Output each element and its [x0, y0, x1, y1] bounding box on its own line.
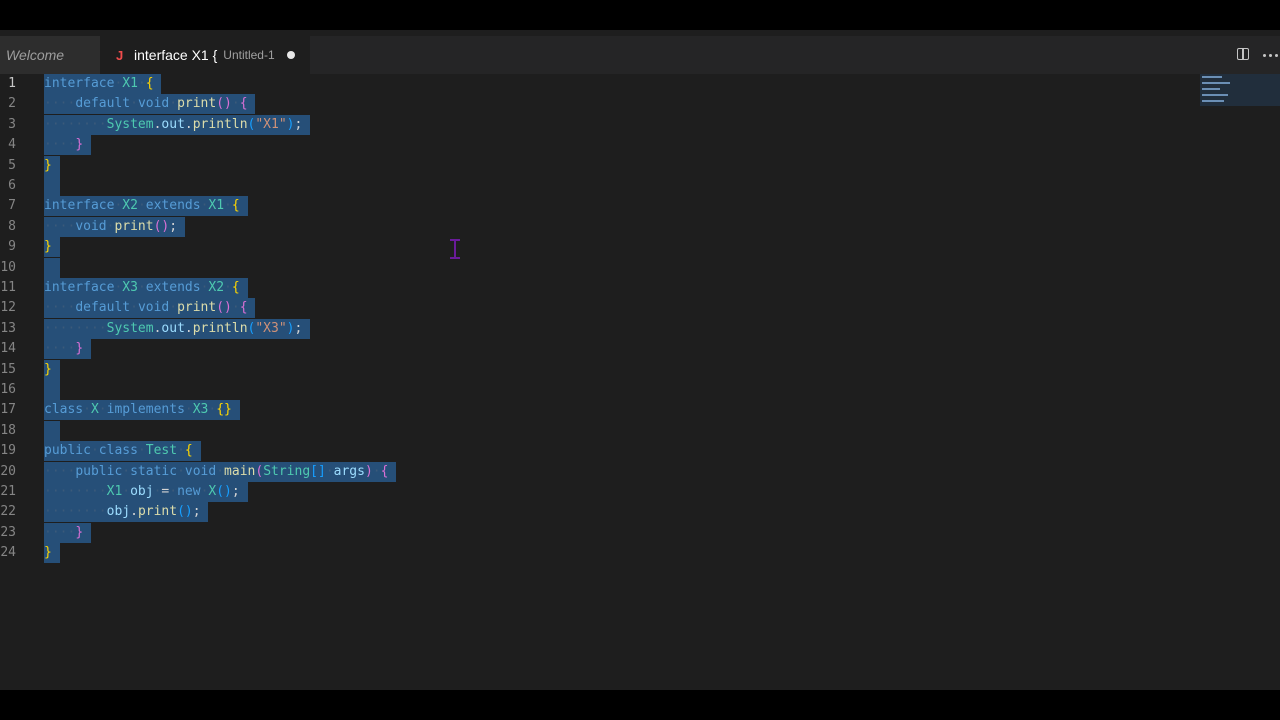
selection-highlight: interface·X1·{	[44, 74, 162, 94]
code-line[interactable]: interface·X1·{	[44, 74, 162, 94]
code-line[interactable]: interface·X2·extends·X1·{	[44, 196, 248, 217]
selection-highlight: ····}	[44, 339, 91, 360]
line-number: 9	[8, 239, 16, 255]
line-number: 16	[0, 382, 16, 397]
line-number: 19	[0, 443, 16, 459]
selection-highlight: }	[44, 237, 60, 258]
selection-highlight: }	[44, 543, 60, 564]
selection-highlight: class·X·implements·X3·{}	[44, 400, 240, 421]
line-number: 21	[0, 484, 16, 499]
code-line[interactable]	[44, 420, 60, 441]
selection-highlight: interface·X3·extends·X2·{	[44, 278, 248, 298]
code-line[interactable]	[44, 257, 60, 278]
selection-highlight: }	[44, 155, 60, 176]
selection-highlight: }	[44, 359, 60, 380]
tab-welcome[interactable]: Welcome	[0, 36, 100, 74]
code-line[interactable]: }	[44, 155, 60, 176]
code-line[interactable]	[44, 176, 60, 196]
line-number: 13	[0, 320, 16, 336]
line-number: 18	[0, 422, 16, 438]
selection-highlight	[44, 380, 60, 400]
selection-highlight: ····void·print();	[44, 216, 185, 237]
code-line[interactable]: ········System.out.println("X1");	[44, 114, 311, 135]
code-line[interactable]: ····default·void·print()·{	[44, 94, 256, 115]
code-line[interactable]: ········X1·obj·=·new·X();	[44, 482, 248, 502]
split-editor-icon[interactable]	[1235, 46, 1253, 64]
tab-untitled-1[interactable]: J interface X1 { Untitled-1	[100, 36, 310, 74]
line-number: 11	[0, 280, 16, 295]
code-line[interactable]: ········obj.print();	[44, 502, 209, 523]
selection-highlight: ····}	[44, 522, 91, 543]
line-number: 4	[8, 137, 16, 153]
code-line[interactable]: ····public·static·void·main(String[]·arg…	[44, 461, 397, 482]
selection-highlight: ········System.out.println("X3");	[44, 318, 311, 339]
line-number: 1	[8, 76, 16, 91]
selection-highlight: ········System.out.println("X1");	[44, 114, 311, 135]
tab-title: interface X1 {	[134, 47, 218, 63]
tab-welcome-label: Welcome	[6, 47, 65, 63]
line-number: 7	[8, 198, 16, 214]
line-number: 17	[0, 402, 16, 418]
selection-highlight: ····public·static·void·main(String[]·arg…	[44, 461, 397, 482]
tab-description: Untitled-1	[223, 48, 275, 62]
line-number: 22	[0, 504, 16, 520]
code-line[interactable]: interface·X3·extends·X2·{	[44, 278, 248, 298]
code-line[interactable]: }	[44, 359, 60, 380]
selection-highlight: interface·X2·extends·X1·{	[44, 196, 248, 217]
line-number: 20	[0, 463, 16, 479]
selection-highlight: ····}	[44, 135, 91, 156]
tab-bar: Welcome J interface X1 { Untitled-1	[0, 36, 1280, 74]
code-line[interactable]	[44, 380, 60, 400]
line-number: 24	[0, 545, 16, 561]
line-number: 2	[8, 96, 16, 112]
line-number: 3	[8, 116, 16, 132]
selection-highlight	[44, 420, 60, 441]
line-number: 15	[0, 361, 16, 377]
selection-highlight	[44, 257, 60, 278]
selection-highlight: ····default·void·print()·{	[44, 298, 256, 319]
line-number: 14	[0, 341, 16, 357]
code-line[interactable]: class·X·implements·X3·{}	[44, 400, 240, 421]
line-number: 8	[8, 218, 16, 234]
more-actions-icon[interactable]	[1262, 46, 1280, 64]
unsaved-dot-icon[interactable]	[286, 51, 295, 59]
selection-highlight: ········obj.print();	[44, 502, 209, 523]
line-number: 5	[8, 157, 16, 173]
text-cursor-icon	[450, 239, 460, 259]
code-line[interactable]: }	[44, 237, 60, 258]
selection-highlight: ········X1·obj·=·new·X();	[44, 482, 248, 502]
code-line[interactable]: }	[44, 543, 60, 564]
code-line[interactable]: ····}	[44, 135, 91, 156]
selection-highlight: public·class·Test·{	[44, 441, 201, 462]
line-number: 23	[0, 524, 16, 540]
java-file-icon: J	[116, 47, 124, 63]
code-line[interactable]: ····default·void·print()·{	[44, 298, 256, 319]
selection-highlight: ····default·void·print()·{	[44, 94, 256, 115]
line-number: 6	[8, 178, 16, 193]
code-line[interactable]: ····}	[44, 522, 91, 543]
line-number: 10	[0, 259, 16, 275]
vscode-window: Welcome J interface X1 { Untitled-1 1234…	[0, 30, 1280, 690]
code-line[interactable]: ········System.out.println("X3");	[44, 318, 311, 339]
selection-highlight	[44, 176, 60, 196]
line-number: 12	[0, 300, 16, 316]
code-line[interactable]: ····}	[44, 339, 91, 360]
code-line[interactable]: ····void·print();	[44, 216, 185, 237]
code-editor[interactable]: 1 2 3 4 5 6 7 8 9 10 11 12 13 14 15 16 17 18 19 20 21 22 23 24 …	[0, 74, 1280, 690]
minimap[interactable]	[1200, 74, 1280, 106]
code-line[interactable]: public·class·Test·{	[44, 441, 201, 462]
